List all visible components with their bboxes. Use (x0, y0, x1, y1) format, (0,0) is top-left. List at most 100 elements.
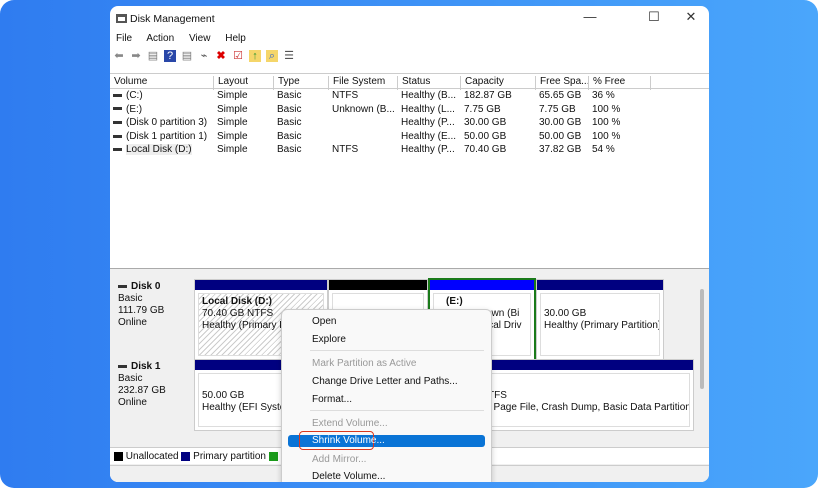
cell-text: 182.87 GB (464, 90, 512, 101)
col-status[interactable]: Status (397, 76, 430, 90)
table-cell: 182.87 GB (464, 90, 512, 101)
cell-text: 7.75 GB (539, 103, 576, 115)
menu-explore[interactable]: Explore (312, 334, 346, 345)
cell-text: Basic (277, 144, 302, 156)
cell-text: Healthy (E... (401, 130, 457, 142)
disk-state: Online (118, 397, 147, 408)
cell-text: NTFS (332, 90, 359, 101)
disk-size: 232.87 GB (118, 385, 166, 396)
back-icon[interactable]: ⬅ (113, 50, 125, 62)
col-percent-free[interactable]: % Free (588, 76, 625, 90)
legend-unallocated: Unallocated (125, 451, 179, 462)
table-cell: (Disk 0 partition 3) (113, 117, 207, 128)
table-cell: 7.75 GB (539, 104, 576, 115)
cell-text: Simple (217, 103, 248, 115)
menu-add-mirror: Add Mirror... (312, 454, 367, 465)
cell-text: 100 % (592, 117, 621, 129)
maximize-button[interactable]: ☐ (644, 9, 664, 25)
cell-text: Healthy (P... (401, 117, 455, 129)
scrollbar[interactable] (700, 289, 704, 389)
col-type[interactable]: Type (273, 76, 300, 90)
table-cell: 30.00 GB (539, 117, 581, 128)
cell-text: 30.00 GB (539, 117, 582, 129)
list-icon[interactable]: ☰ (283, 50, 295, 62)
table-cell: Simple (217, 131, 248, 142)
cell-text: 54 % (592, 144, 615, 156)
console-tree-icon[interactable]: ▤ (147, 50, 159, 62)
menu-bar: File Action View Help (116, 33, 258, 44)
menu-delete-volume[interactable]: Delete Volume... (312, 471, 385, 482)
menu-mark-active: Mark Partition as Active (312, 358, 417, 369)
table-cell: Basic (277, 104, 301, 115)
partition-size: 30.00 GB (544, 308, 587, 319)
action-pane-icon[interactable]: ▤ (181, 50, 193, 62)
menu-change-drive-letter[interactable]: Change Drive Letter and Paths... (312, 376, 458, 387)
col-file-system[interactable]: File System (328, 76, 385, 90)
disk-state: Online (118, 317, 147, 328)
table-cell: NTFS (332, 90, 358, 101)
forward-icon[interactable]: ➡ (130, 50, 142, 62)
menu-help[interactable]: Help (225, 33, 246, 44)
drive-icon (113, 121, 122, 125)
col-capacity[interactable]: Capacity (460, 76, 504, 90)
properties-icon[interactable]: ☑ (232, 50, 244, 62)
cell-text: 100 % (592, 103, 621, 115)
drive-icon (113, 148, 122, 152)
close-button[interactable]: ✕ (681, 9, 701, 25)
col-layout[interactable]: Layout (213, 76, 248, 90)
table-cell: 36 % (592, 90, 615, 101)
disk-0-partition-3[interactable]: 30.00 GB Healthy (Primary Partition) (536, 279, 664, 360)
drive-icon (113, 93, 122, 97)
col-free-space[interactable]: Free Spa... (535, 76, 589, 90)
table-cell: Healthy (P... (401, 117, 455, 128)
cell-text: Local Disk (D:) (126, 144, 192, 156)
col-volume[interactable]: Volume (110, 76, 147, 90)
table-cell: Simple (217, 144, 248, 155)
cell-text: 36 % (592, 90, 615, 101)
menu-action[interactable]: Action (146, 33, 174, 44)
table-cell: NTFS (332, 144, 358, 155)
cell-text: Simple (217, 117, 248, 129)
table-cell: Simple (217, 117, 248, 128)
disk-type: Basic (118, 293, 143, 304)
folder-up-icon[interactable]: ↑ (249, 50, 261, 62)
app-icon (116, 14, 127, 23)
cell-text: (C:) (126, 90, 143, 101)
table-cell: (E:) (113, 104, 142, 115)
table-cell: 70.40 GB (464, 144, 506, 155)
partition-size: 70.40 GB NTFS (202, 308, 274, 319)
menu-extend-volume: Extend Volume... (312, 418, 388, 429)
table-cell: Basic (277, 144, 301, 155)
help-icon[interactable]: ? (164, 50, 176, 62)
disk-1-label[interactable]: Disk 1 Basic 232.87 GB Online (113, 357, 193, 433)
disk-name: Disk 0 (131, 281, 161, 292)
cell-text: Basic (277, 90, 302, 101)
partition-size: 50.00 GB (202, 390, 245, 401)
toolbar: ⬅ ➡ ▤ ? ▤ ⌁ ✖ ☑ ↑ ⌕ ☰ (113, 50, 295, 62)
connect-icon[interactable]: ⌁ (198, 50, 210, 62)
table-cell: Simple (217, 90, 248, 101)
menu-shrink-volume[interactable]: Shrink Volume... (312, 435, 385, 446)
cell-text: 70.40 GB (464, 144, 507, 156)
disk-0-label[interactable]: Disk 0 Basic 111.79 GB Online (113, 277, 193, 352)
partition-status: Healthy (Primary Pa (202, 320, 292, 331)
menu-view[interactable]: View (189, 33, 211, 44)
cell-text: Healthy (B... (401, 90, 457, 101)
menu-open[interactable]: Open (312, 316, 336, 327)
cell-text: 30.00 GB (464, 117, 507, 129)
folder-search-icon[interactable]: ⌕ (266, 50, 278, 62)
menu-format[interactable]: Format... (312, 394, 352, 405)
partition-name: (E:) (446, 296, 463, 307)
delete-icon[interactable]: ✖ (215, 50, 227, 62)
cell-text: (Disk 0 partition 3) (126, 117, 208, 129)
partition-status: Healthy (EFI System (202, 402, 294, 413)
menu-file[interactable]: File (116, 33, 132, 44)
table-cell: Local Disk (D:) (113, 144, 192, 156)
cell-text: 7.75 GB (464, 103, 501, 115)
table-cell: Healthy (P... (401, 144, 455, 155)
volume-table-header: Volume Layout Type File System Status Ca… (110, 73, 709, 90)
minimize-button[interactable]: — (580, 9, 600, 24)
cell-text: Healthy (P... (401, 144, 455, 156)
table-cell: Basic (277, 131, 301, 142)
table-cell: 100 % (592, 104, 620, 115)
